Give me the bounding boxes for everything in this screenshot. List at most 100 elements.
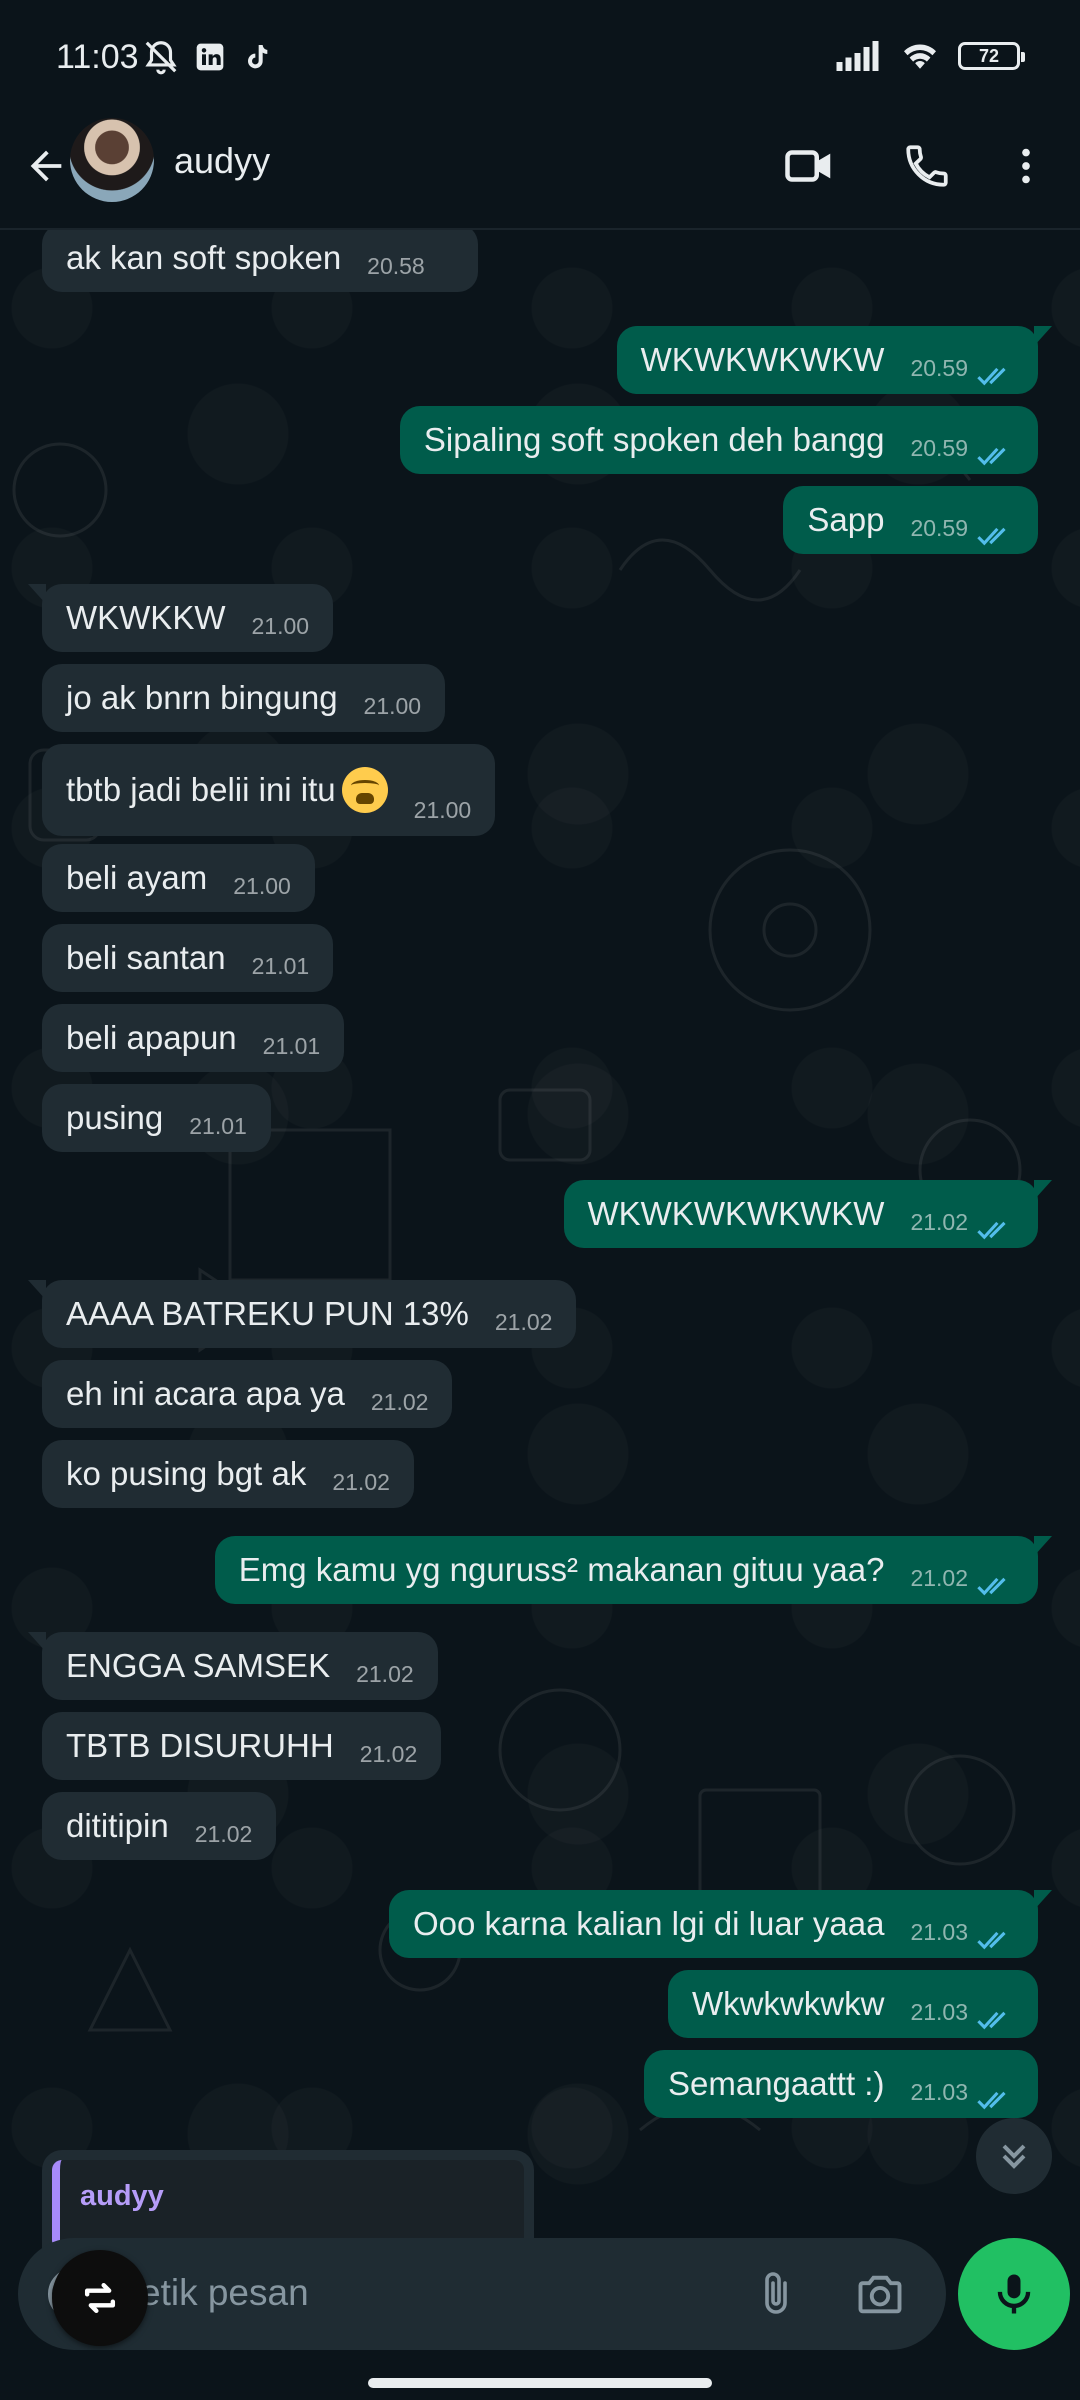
- wifi-icon: [904, 44, 936, 69]
- message-text: beli ayam: [66, 859, 208, 896]
- message-bubble-in[interactable]: jo ak bnrn bingung 21.00: [42, 664, 446, 732]
- message-text: tbtb jadi belii ini itu: [66, 771, 336, 808]
- attach-button[interactable]: [744, 2262, 808, 2326]
- message-text: pusing: [66, 1099, 164, 1136]
- signal-icon: [836, 41, 879, 71]
- contact-name[interactable]: audyy: [174, 140, 270, 182]
- message-text: ko pusing bgt ak: [66, 1455, 307, 1492]
- voice-message-button[interactable]: [958, 2238, 1070, 2350]
- message-time: 21.00: [233, 873, 291, 899]
- read-receipt-icon: [977, 1931, 1006, 1950]
- scroll-to-bottom-button[interactable]: [976, 2118, 1052, 2194]
- system-navigation-bar: [0, 2350, 1080, 2400]
- message-time: 21.00: [251, 613, 310, 639]
- more-options-button[interactable]: [994, 134, 1058, 198]
- message-text: beli apapun: [66, 1019, 237, 1056]
- repeat-icon: [84, 2282, 116, 2314]
- message-bubble-out[interactable]: Wkwkwkwkw 21.03: [667, 1970, 1038, 2038]
- chat-header: audyy: [0, 112, 1080, 230]
- message-time: 21.03: [910, 1919, 968, 1945]
- message-bubble-in[interactable]: tbtb jadi belii ini itu 21.00: [42, 744, 496, 836]
- message-text: Semangaattt :): [667, 2065, 885, 2102]
- message-text: Sipaling soft spoken deh bangg: [423, 421, 885, 458]
- message-text: WKWKWKWKWKW: [587, 1195, 885, 1232]
- read-receipt-icon: [977, 1577, 1006, 1596]
- message-bubble-in[interactable]: AAAA BATREKU PUN 13% 21.02: [27, 1280, 577, 1348]
- phone-icon: [906, 145, 948, 187]
- message-time: 21.01: [251, 953, 310, 979]
- message-time: 21.01: [262, 1033, 321, 1059]
- message-text: ENGGA SAMSEK: [66, 1647, 331, 1684]
- message-text: jo ak bnrn bingung: [66, 679, 338, 716]
- battery-indicator: 72: [958, 42, 1025, 70]
- message-time: 20.59: [910, 355, 968, 381]
- tired-face-emoji-icon: [341, 767, 388, 813]
- message-bubble-in[interactable]: WKWKKW 21.00: [27, 584, 334, 652]
- message-time: 21.00: [413, 797, 472, 823]
- message-text: Sapp: [807, 501, 885, 538]
- message-time: 21.01: [189, 1113, 247, 1139]
- message-bubble-in[interactable]: eh ini acara apa ya 21.02: [42, 1360, 453, 1428]
- message-bubble-out[interactable]: WKWKWKWKWKW 21.02: [563, 1180, 1052, 1248]
- bell-off-icon: [145, 41, 177, 75]
- message-text: Ooo karna kalian lgi di luar yaaa: [412, 1905, 885, 1942]
- avatar[interactable]: [70, 118, 154, 202]
- chat-area[interactable]: ak kan soft spoken 20.58 WKWKWKWKW 20.59…: [0, 230, 1080, 2240]
- tiktok-icon: [248, 45, 268, 69]
- video-call-button[interactable]: [778, 134, 842, 198]
- message-bubble-in[interactable]: beli ayam 21.00: [42, 844, 315, 912]
- read-receipt-icon: [977, 1221, 1006, 1240]
- camera-icon: [858, 2275, 902, 2314]
- message-bubble-out[interactable]: Emg kamu yg nguruss² makanan gituu yaa? …: [214, 1536, 1053, 1604]
- message-text: Wkwkwkwkw: [691, 1985, 885, 2022]
- more-vert-icon: [1022, 148, 1030, 184]
- message-text: ak kan soft spoken: [66, 239, 342, 276]
- message-text: AAAA BATREKU PUN 13%: [66, 1295, 469, 1332]
- message-bubble-out[interactable]: Sapp 20.59: [783, 486, 1038, 554]
- message-bubble-out[interactable]: WKWKWKWKW 20.59: [616, 326, 1053, 394]
- arrow-left-icon: [30, 150, 62, 182]
- message-text: WKWKWKWKW: [640, 341, 885, 378]
- message-bubble-out[interactable]: Semangaattt :) 21.03: [643, 2050, 1038, 2118]
- message-text: Emg kamu yg nguruss² makanan gituu yaa?: [238, 1551, 885, 1588]
- status-bar: 11:03 72: [0, 0, 1080, 112]
- message-time: 21.02: [910, 1565, 968, 1591]
- message-composer[interactable]: etik pesan: [18, 2238, 946, 2350]
- message-time: 21.02: [356, 1661, 414, 1687]
- message-bubble-in[interactable]: pusing 21.01: [42, 1084, 271, 1152]
- message-bubble-in[interactable]: ak kan soft spoken 20.58: [42, 230, 478, 292]
- message-time: 21.02: [910, 1209, 968, 1235]
- read-receipt-icon: [977, 2091, 1006, 2110]
- camera-button[interactable]: [848, 2262, 912, 2326]
- message-time: 21.02: [194, 1821, 253, 1847]
- paperclip-icon: [765, 2272, 787, 2314]
- floating-overlay-button[interactable]: [52, 2250, 148, 2346]
- read-receipt-icon: [977, 527, 1006, 546]
- message-bubble-in[interactable]: dititipin 21.02: [42, 1792, 277, 1860]
- status-system-icons: 72: [836, 40, 1025, 72]
- battery-level: 72: [978, 45, 1000, 66]
- message-bubble-out[interactable]: Ooo karna kalian lgi di luar yaaa 21.03: [388, 1890, 1053, 1958]
- status-time: 11:03: [56, 38, 139, 76]
- message-time: 21.03: [910, 1999, 968, 2025]
- back-button[interactable]: [14, 134, 78, 198]
- message-time: 21.02: [332, 1469, 390, 1495]
- message-input[interactable]: etik pesan: [140, 2272, 309, 2314]
- status-notification-icons: [142, 38, 272, 76]
- voice-call-button[interactable]: [895, 134, 959, 198]
- message-time: 21.02: [494, 1309, 553, 1335]
- message-bubble-in[interactable]: ENGGA SAMSEK 21.02: [28, 1632, 438, 1700]
- message-time: 20.59: [910, 435, 968, 461]
- message-bubble-in[interactable]: TBTB DISURUHH 21.02: [42, 1712, 442, 1780]
- reply-author-name: audyy: [80, 2180, 164, 2212]
- message-bubble-in[interactable]: beli apapun 21.01: [42, 1004, 345, 1072]
- message-bubble-in[interactable]: beli santan 21.01: [42, 924, 334, 992]
- message-bubble-out[interactable]: Sipaling soft spoken deh bangg 20.59: [399, 406, 1038, 474]
- message-time: 21.03: [910, 2079, 968, 2105]
- home-gesture-handle[interactable]: [368, 2378, 712, 2388]
- message-time: 20.58: [367, 253, 425, 279]
- message-text: beli santan: [66, 939, 226, 976]
- message-text: TBTB DISURUHH: [66, 1727, 334, 1764]
- message-bubble-in[interactable]: ko pusing bgt ak 21.02: [42, 1440, 414, 1508]
- message-text: WKWKKW: [66, 599, 226, 636]
